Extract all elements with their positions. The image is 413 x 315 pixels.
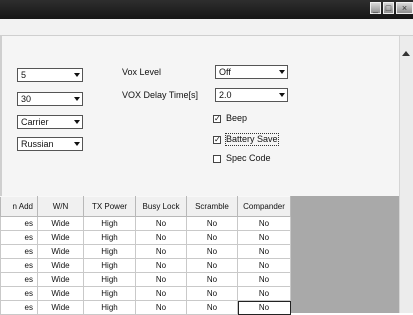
battery-save-label: Battery Save	[225, 133, 279, 146]
check-icon: ✓	[214, 114, 221, 123]
table-cell[interactable]: No	[186, 286, 238, 301]
close-icon: ×	[401, 3, 408, 13]
table-cell[interactable]: No	[186, 244, 238, 259]
table-cell[interactable]: Wide	[37, 230, 84, 245]
column-header-wn[interactable]: W/N	[37, 196, 84, 217]
table-cell[interactable]: No	[237, 244, 291, 259]
vox-level-label: Vox Level	[122, 67, 162, 77]
table-cell[interactable]: High	[83, 216, 136, 231]
column-header-busy-lock[interactable]: Busy Lock	[135, 196, 187, 217]
vox-level-select[interactable]: Off	[215, 65, 288, 79]
vertical-scrollbar[interactable]	[399, 36, 413, 313]
table-cell[interactable]: No	[186, 272, 238, 287]
table-cell[interactable]: es	[0, 258, 38, 273]
check-icon: ✓	[214, 135, 221, 144]
chevron-down-icon	[74, 120, 80, 124]
toolbar-strip	[0, 19, 413, 36]
scan-mode-value: Carrier	[21, 117, 49, 127]
table-cell[interactable]: High	[83, 300, 136, 315]
table-cell[interactable]: es	[0, 230, 38, 245]
vox-delay-select[interactable]: 2.0	[215, 88, 288, 102]
table-cell[interactable]: High	[83, 230, 136, 245]
table-cell[interactable]: Wide	[37, 272, 84, 287]
vox-delay-label: VOX Delay Time[s]	[122, 90, 199, 100]
scan-mode-select[interactable]: Carrier	[17, 115, 83, 129]
timeout-value: 30	[21, 94, 32, 104]
table-cell[interactable]: No	[135, 216, 187, 231]
table-cell[interactable]: No	[186, 300, 238, 315]
spec-code-checkbox[interactable]	[213, 155, 221, 163]
table-cell[interactable]: No	[186, 230, 238, 245]
spec-code-label: Spec Code	[226, 153, 271, 163]
chevron-down-icon	[279, 93, 285, 97]
table-cell[interactable]: Wide	[37, 244, 84, 259]
maximize-button[interactable]: □	[383, 2, 394, 14]
table-cell[interactable]: High	[83, 286, 136, 301]
table-cell[interactable]: No	[135, 258, 187, 273]
table-row: es Wide High No No No	[0, 230, 291, 245]
table-row: es Wide High No No No	[0, 216, 291, 231]
table-cell[interactable]: No	[135, 230, 187, 245]
timeout-select[interactable]: 30	[17, 92, 83, 106]
chevron-down-icon	[74, 73, 80, 77]
table-cell[interactable]: No	[186, 258, 238, 273]
table-cell[interactable]: es	[0, 286, 38, 301]
table-cell[interactable]: No	[237, 272, 291, 287]
voice-language-value: Russian	[21, 139, 54, 149]
beep-checkbox[interactable]: ✓	[213, 115, 221, 123]
maximize-icon: □	[385, 3, 392, 13]
table-cell[interactable]: No	[237, 258, 291, 273]
table-cell[interactable]: No	[135, 272, 187, 287]
table-cell[interactable]: Wide	[37, 258, 84, 273]
table-cell[interactable]: High	[83, 272, 136, 287]
vox-level-value: Off	[219, 67, 231, 77]
table-cell[interactable]: No	[135, 286, 187, 301]
voice-language-select[interactable]: Russian	[17, 137, 83, 151]
table-cell[interactable]: No	[237, 300, 291, 315]
chevron-down-icon	[74, 142, 80, 146]
channel-grid: n Add W/N TX Power Busy Lock Scramble Co…	[0, 196, 291, 315]
minimize-icon: _	[372, 3, 378, 13]
minimize-button[interactable]: _	[370, 2, 381, 14]
table-cell[interactable]: es	[0, 272, 38, 287]
table-cell[interactable]: No	[237, 230, 291, 245]
squelch-level-select[interactable]: 5	[17, 68, 83, 82]
column-header-scramble[interactable]: Scramble	[186, 196, 238, 217]
table-cell[interactable]: No	[135, 244, 187, 259]
beep-label: Beep	[226, 113, 248, 123]
grid-header-row: n Add W/N TX Power Busy Lock Scramble Co…	[0, 196, 291, 217]
table-cell[interactable]: Wide	[37, 300, 84, 315]
table-cell[interactable]: No	[135, 300, 187, 315]
scroll-up-icon[interactable]	[402, 51, 410, 56]
squelch-level-value: 5	[21, 70, 27, 80]
table-cell[interactable]: No	[237, 286, 291, 301]
table-cell[interactable]: es	[0, 216, 38, 231]
table-cell[interactable]: Wide	[37, 216, 84, 231]
table-cell[interactable]: No	[237, 216, 291, 231]
table-cell[interactable]: es	[0, 300, 38, 315]
close-button[interactable]: ×	[396, 2, 413, 14]
chevron-down-icon	[74, 97, 80, 101]
table-cell[interactable]: No	[186, 216, 238, 231]
table-row: es Wide High No No No	[0, 300, 291, 315]
table-row: es Wide High No No No	[0, 272, 291, 287]
battery-save-checkbox[interactable]: ✓	[213, 136, 221, 144]
table-row: es Wide High No No No	[0, 244, 291, 259]
chevron-down-icon	[279, 70, 285, 74]
vox-delay-value: 2.0	[219, 90, 232, 100]
column-header-compander[interactable]: Compander	[237, 196, 291, 217]
table-row: es Wide High No No No	[0, 258, 291, 273]
title-bar: _ □ ×	[0, 0, 413, 19]
table-cell[interactable]: es	[0, 244, 38, 259]
table-cell[interactable]: High	[83, 258, 136, 273]
table-row: es Wide High No No No	[0, 286, 291, 301]
table-cell[interactable]: High	[83, 244, 136, 259]
column-header-tx-power[interactable]: TX Power	[83, 196, 136, 217]
column-header-scan-add[interactable]: n Add	[0, 196, 38, 217]
table-cell[interactable]: Wide	[37, 286, 84, 301]
